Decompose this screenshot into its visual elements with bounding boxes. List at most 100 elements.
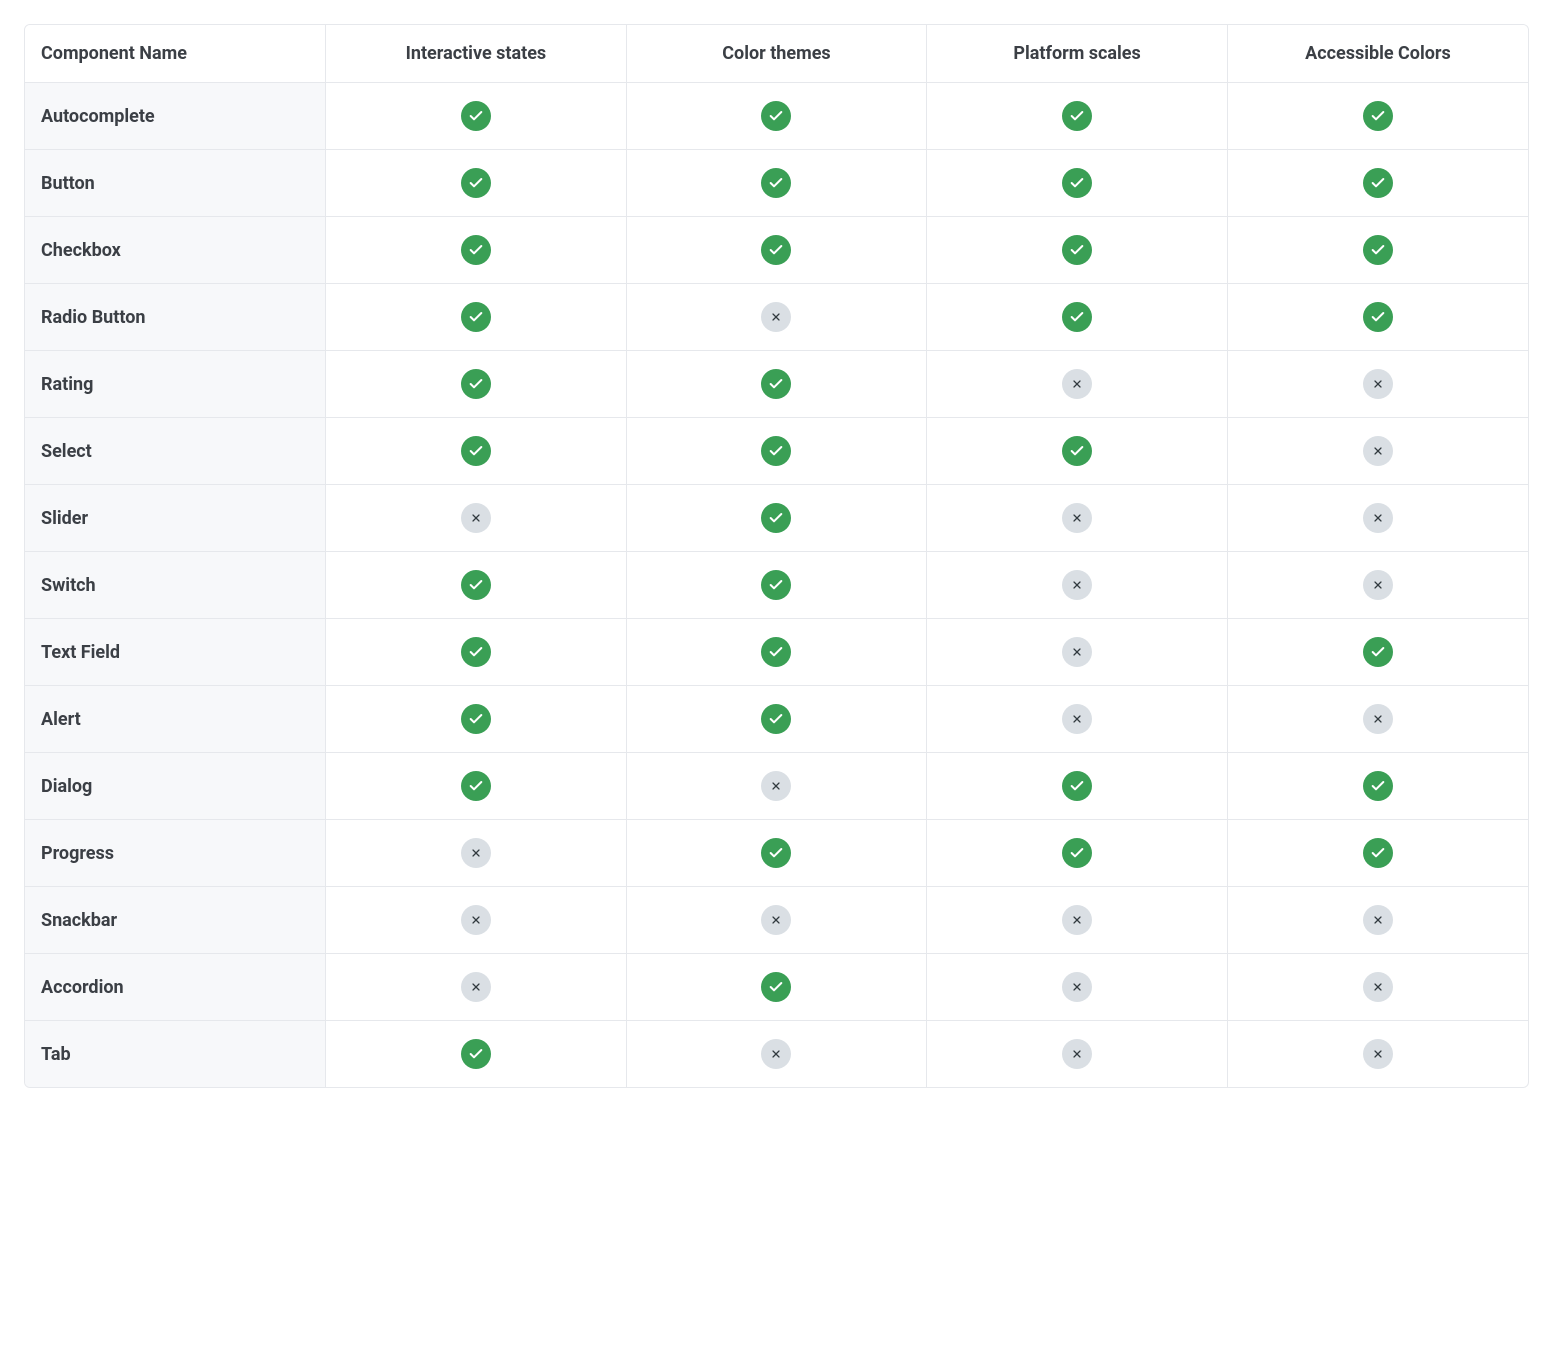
check-icon <box>461 1039 491 1069</box>
column-header-accessible-colors: Accessible Colors <box>1227 25 1528 83</box>
status-cell <box>927 820 1228 887</box>
status-cell <box>626 150 927 217</box>
check-icon <box>761 570 791 600</box>
cross-icon <box>461 972 491 1002</box>
cross-icon <box>761 1039 791 1069</box>
component-name-cell: Autocomplete <box>25 83 326 150</box>
status-cell <box>626 485 927 552</box>
check-icon <box>461 704 491 734</box>
status-cell <box>927 1021 1228 1088</box>
check-icon <box>1363 302 1393 332</box>
cross-icon <box>1363 704 1393 734</box>
feature-table-scroller[interactable]: Component Name Interactive states Color … <box>24 24 1529 1088</box>
check-icon <box>1363 838 1393 868</box>
table-row: Tab <box>25 1021 1528 1088</box>
status-cell <box>326 820 627 887</box>
check-icon <box>761 637 791 667</box>
status-cell <box>1227 820 1528 887</box>
status-cell <box>1227 686 1528 753</box>
check-icon <box>1363 637 1393 667</box>
status-cell <box>1227 83 1528 150</box>
status-cell <box>927 552 1228 619</box>
check-icon <box>1363 168 1393 198</box>
table-row: Slider <box>25 485 1528 552</box>
status-cell <box>326 351 627 418</box>
check-icon <box>1062 235 1092 265</box>
table-row: Checkbox <box>25 217 1528 284</box>
status-cell <box>927 686 1228 753</box>
cross-icon <box>1062 905 1092 935</box>
check-icon <box>461 771 491 801</box>
status-cell <box>1227 217 1528 284</box>
status-cell <box>326 954 627 1021</box>
cross-icon <box>461 503 491 533</box>
check-icon <box>1062 838 1092 868</box>
component-name-cell: Radio Button <box>25 284 326 351</box>
status-cell <box>1227 753 1528 820</box>
component-name-cell: Rating <box>25 351 326 418</box>
cross-icon <box>1062 637 1092 667</box>
column-header-interactive-states: Interactive states <box>326 25 627 83</box>
table-row: Button <box>25 150 1528 217</box>
status-cell <box>1227 1021 1528 1088</box>
check-icon <box>761 436 791 466</box>
status-cell <box>626 820 927 887</box>
check-icon <box>461 302 491 332</box>
cross-icon <box>1363 972 1393 1002</box>
check-icon <box>1363 771 1393 801</box>
status-cell <box>626 753 927 820</box>
status-cell <box>1227 284 1528 351</box>
status-cell <box>1227 150 1528 217</box>
cross-icon <box>461 838 491 868</box>
status-cell <box>1227 887 1528 954</box>
status-cell <box>326 217 627 284</box>
component-name-cell: Dialog <box>25 753 326 820</box>
cross-icon <box>1363 369 1393 399</box>
cross-icon <box>1062 704 1092 734</box>
table-header-row: Component Name Interactive states Color … <box>25 25 1528 83</box>
check-icon <box>461 101 491 131</box>
status-cell <box>626 83 927 150</box>
status-cell <box>1227 351 1528 418</box>
check-icon <box>461 168 491 198</box>
table-row: Rating <box>25 351 1528 418</box>
check-icon <box>761 838 791 868</box>
cross-icon <box>761 771 791 801</box>
status-cell <box>927 83 1228 150</box>
status-cell <box>626 552 927 619</box>
cross-icon <box>1062 1039 1092 1069</box>
component-name-cell: Snackbar <box>25 887 326 954</box>
status-cell <box>626 351 927 418</box>
status-cell <box>326 1021 627 1088</box>
status-cell <box>326 83 627 150</box>
check-icon <box>1363 235 1393 265</box>
status-cell <box>326 686 627 753</box>
status-cell <box>626 418 927 485</box>
check-icon <box>461 235 491 265</box>
table-row: Switch <box>25 552 1528 619</box>
status-cell <box>927 150 1228 217</box>
status-cell <box>927 418 1228 485</box>
cross-icon <box>761 905 791 935</box>
cross-icon <box>1363 436 1393 466</box>
table-row: Radio Button <box>25 284 1528 351</box>
cross-icon <box>1363 905 1393 935</box>
status-cell <box>626 1021 927 1088</box>
check-icon <box>461 570 491 600</box>
feature-matrix-table: Component Name Interactive states Color … <box>25 25 1528 1087</box>
check-icon <box>761 168 791 198</box>
cross-icon <box>1062 369 1092 399</box>
status-cell <box>927 887 1228 954</box>
status-cell <box>927 284 1228 351</box>
check-icon <box>1062 101 1092 131</box>
check-icon <box>761 503 791 533</box>
cross-icon <box>1363 570 1393 600</box>
check-icon <box>1062 436 1092 466</box>
cross-icon <box>1062 570 1092 600</box>
status-cell <box>626 217 927 284</box>
status-cell <box>326 552 627 619</box>
status-cell <box>1227 418 1528 485</box>
status-cell <box>626 686 927 753</box>
check-icon <box>461 369 491 399</box>
check-icon <box>1062 771 1092 801</box>
